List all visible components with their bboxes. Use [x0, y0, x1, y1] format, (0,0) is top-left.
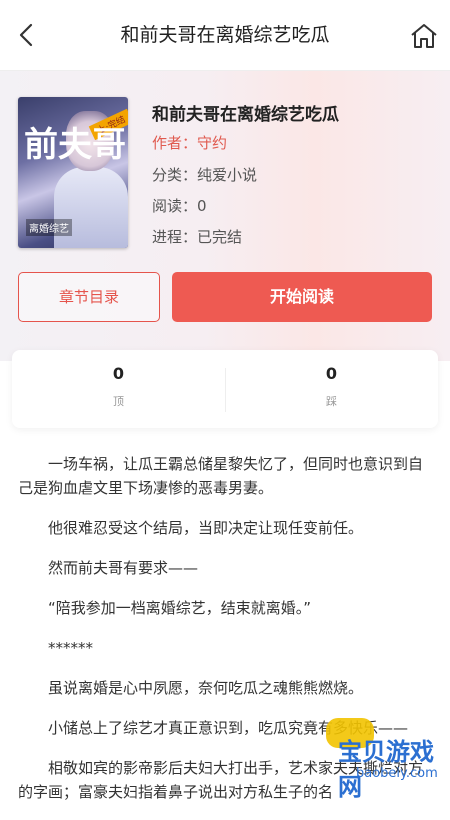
downvote-label: 踩: [326, 395, 337, 408]
synopsis-paragraph: “陪我参加一档离婚综艺，结束就离婚。”: [48, 599, 312, 617]
synopsis-paragraph: ******: [48, 639, 93, 657]
synopsis-paragraph: 虽说离婚是心中夙愿，奈何吃瓜之魂熊熊燃烧。: [48, 679, 364, 697]
upvote-count: 0: [112, 364, 125, 383]
downvote-count: 0: [325, 364, 338, 383]
synopsis-paragraph: 一场车祸，让瓜王霸总储星黎失忆了，但同时也意识到自己是狗血虐文里下场凄惨的恶毒男…: [18, 455, 424, 497]
upvote-label: 顶: [113, 395, 124, 408]
book-read-count: 阅读：0: [152, 197, 207, 215]
synopsis-paragraph: 他很难忍受这个结局，当即决定让现任变前任。: [48, 519, 364, 537]
book-cover-image[interactable]: 上·完结 前夫哥 离婚综艺: [18, 97, 128, 248]
book-progress: 进程：已完结: [152, 228, 243, 246]
synopsis-paragraph: 然而前夫哥有要求——: [48, 559, 199, 577]
page-title: 和前夫哥在离婚综艺吃瓜: [120, 24, 330, 46]
table-of-contents-button[interactable]: 章节目录: [18, 272, 160, 322]
vote-panel: 0 顶 0 踩: [12, 350, 438, 428]
cover-title-art: 前夫哥: [24, 125, 126, 165]
upvote-button[interactable]: 0 顶: [12, 364, 225, 409]
back-arrow-icon[interactable]: [12, 20, 42, 50]
downvote-button[interactable]: 0 踩: [225, 364, 438, 409]
watermark-url: baobeiy.com: [356, 766, 438, 781]
site-watermark: 宝贝游戏网 baobeiy.com: [318, 718, 450, 801]
cover-tag: 离婚综艺: [26, 219, 72, 236]
top-nav-bar: 和前夫哥在离婚综艺吃瓜: [0, 0, 450, 71]
home-icon[interactable]: [408, 20, 440, 52]
book-title: 和前夫哥在离婚综艺吃瓜: [152, 105, 339, 125]
start-reading-button[interactable]: 开始阅读: [172, 272, 432, 322]
book-category: 分类：纯爱小说: [152, 166, 258, 184]
book-author[interactable]: 作者：守约: [152, 132, 227, 153]
